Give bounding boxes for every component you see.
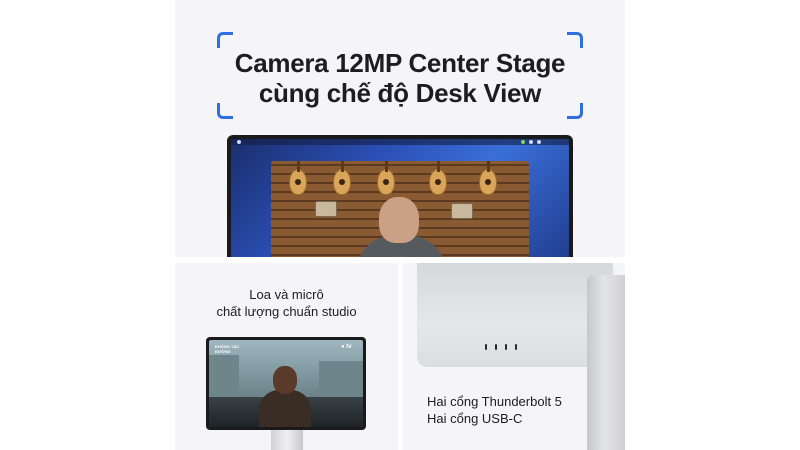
- display-screen: [231, 139, 569, 257]
- display-stand-side: [587, 275, 625, 450]
- guitar-image: [333, 161, 351, 195]
- movie-title-line-2: ĐƯỜNG: [215, 349, 231, 354]
- studio-display-small: KHÔNG TÁC ĐƯỜNG ● tv: [206, 337, 366, 430]
- thunderbolt-port-icon: [485, 344, 487, 350]
- actor-body-image: [259, 390, 311, 427]
- ports-caption-line-2: Hai cổng USB-C: [427, 411, 523, 426]
- headline-line-2: cùng chế độ Desk View: [258, 78, 542, 108]
- focus-bracket-top-left: [217, 32, 233, 48]
- building-image: [319, 361, 363, 399]
- audio-caption: Loa và micrô chất lượng chuẩn studio: [175, 286, 398, 320]
- amp-image: [315, 201, 337, 217]
- camera-headline: Camera 12MP Center Stage cùng chế độ Des…: [175, 48, 625, 108]
- page: Camera 12MP Center Stage cùng chế độ Des…: [0, 0, 800, 450]
- person-head-image: [379, 197, 419, 243]
- guitar-image: [479, 161, 497, 195]
- audio-caption-line-2: chất lượng chuẩn studio: [216, 304, 357, 319]
- amp-image: [451, 203, 473, 219]
- studio-display-front: [227, 135, 573, 257]
- display-stand: [271, 430, 303, 450]
- actor-head-image: [273, 366, 297, 394]
- headline-line-1: Camera 12MP Center Stage: [234, 48, 566, 78]
- usb-c-port-icon: [515, 344, 517, 350]
- guitar-image: [377, 161, 395, 195]
- menu-bar: [231, 139, 569, 145]
- apple-tv-icon: ● tv: [341, 344, 352, 350]
- guitar-image: [429, 161, 447, 195]
- ports-card: Hai cổng Thunderbolt 5 Hai cổng USB-C: [403, 263, 625, 450]
- focus-bracket-top-right: [567, 32, 583, 48]
- ports-caption-line-1: Hai cổng Thunderbolt 5: [427, 394, 562, 409]
- video-call-window: [271, 161, 529, 257]
- camera-card: Camera 12MP Center Stage cùng chế độ Des…: [175, 0, 625, 257]
- studio-display-back: [417, 263, 613, 367]
- movie-screen: KHÔNG TÁC ĐƯỜNG ● tv: [209, 340, 363, 427]
- apple-tv-label: tv: [346, 344, 352, 350]
- audio-caption-line-1: Loa và micrô: [249, 287, 324, 302]
- thunderbolt-port-icon: [495, 344, 497, 350]
- guitar-image: [289, 161, 307, 195]
- audio-card: Loa và micrô chất lượng chuẩn studio KHÔ…: [175, 263, 398, 450]
- ports-caption: Hai cổng Thunderbolt 5 Hai cổng USB-C: [427, 393, 562, 427]
- building-image: [209, 355, 239, 399]
- usb-c-port-icon: [505, 344, 507, 350]
- movie-title: KHÔNG TÁC ĐƯỜNG: [215, 344, 239, 354]
